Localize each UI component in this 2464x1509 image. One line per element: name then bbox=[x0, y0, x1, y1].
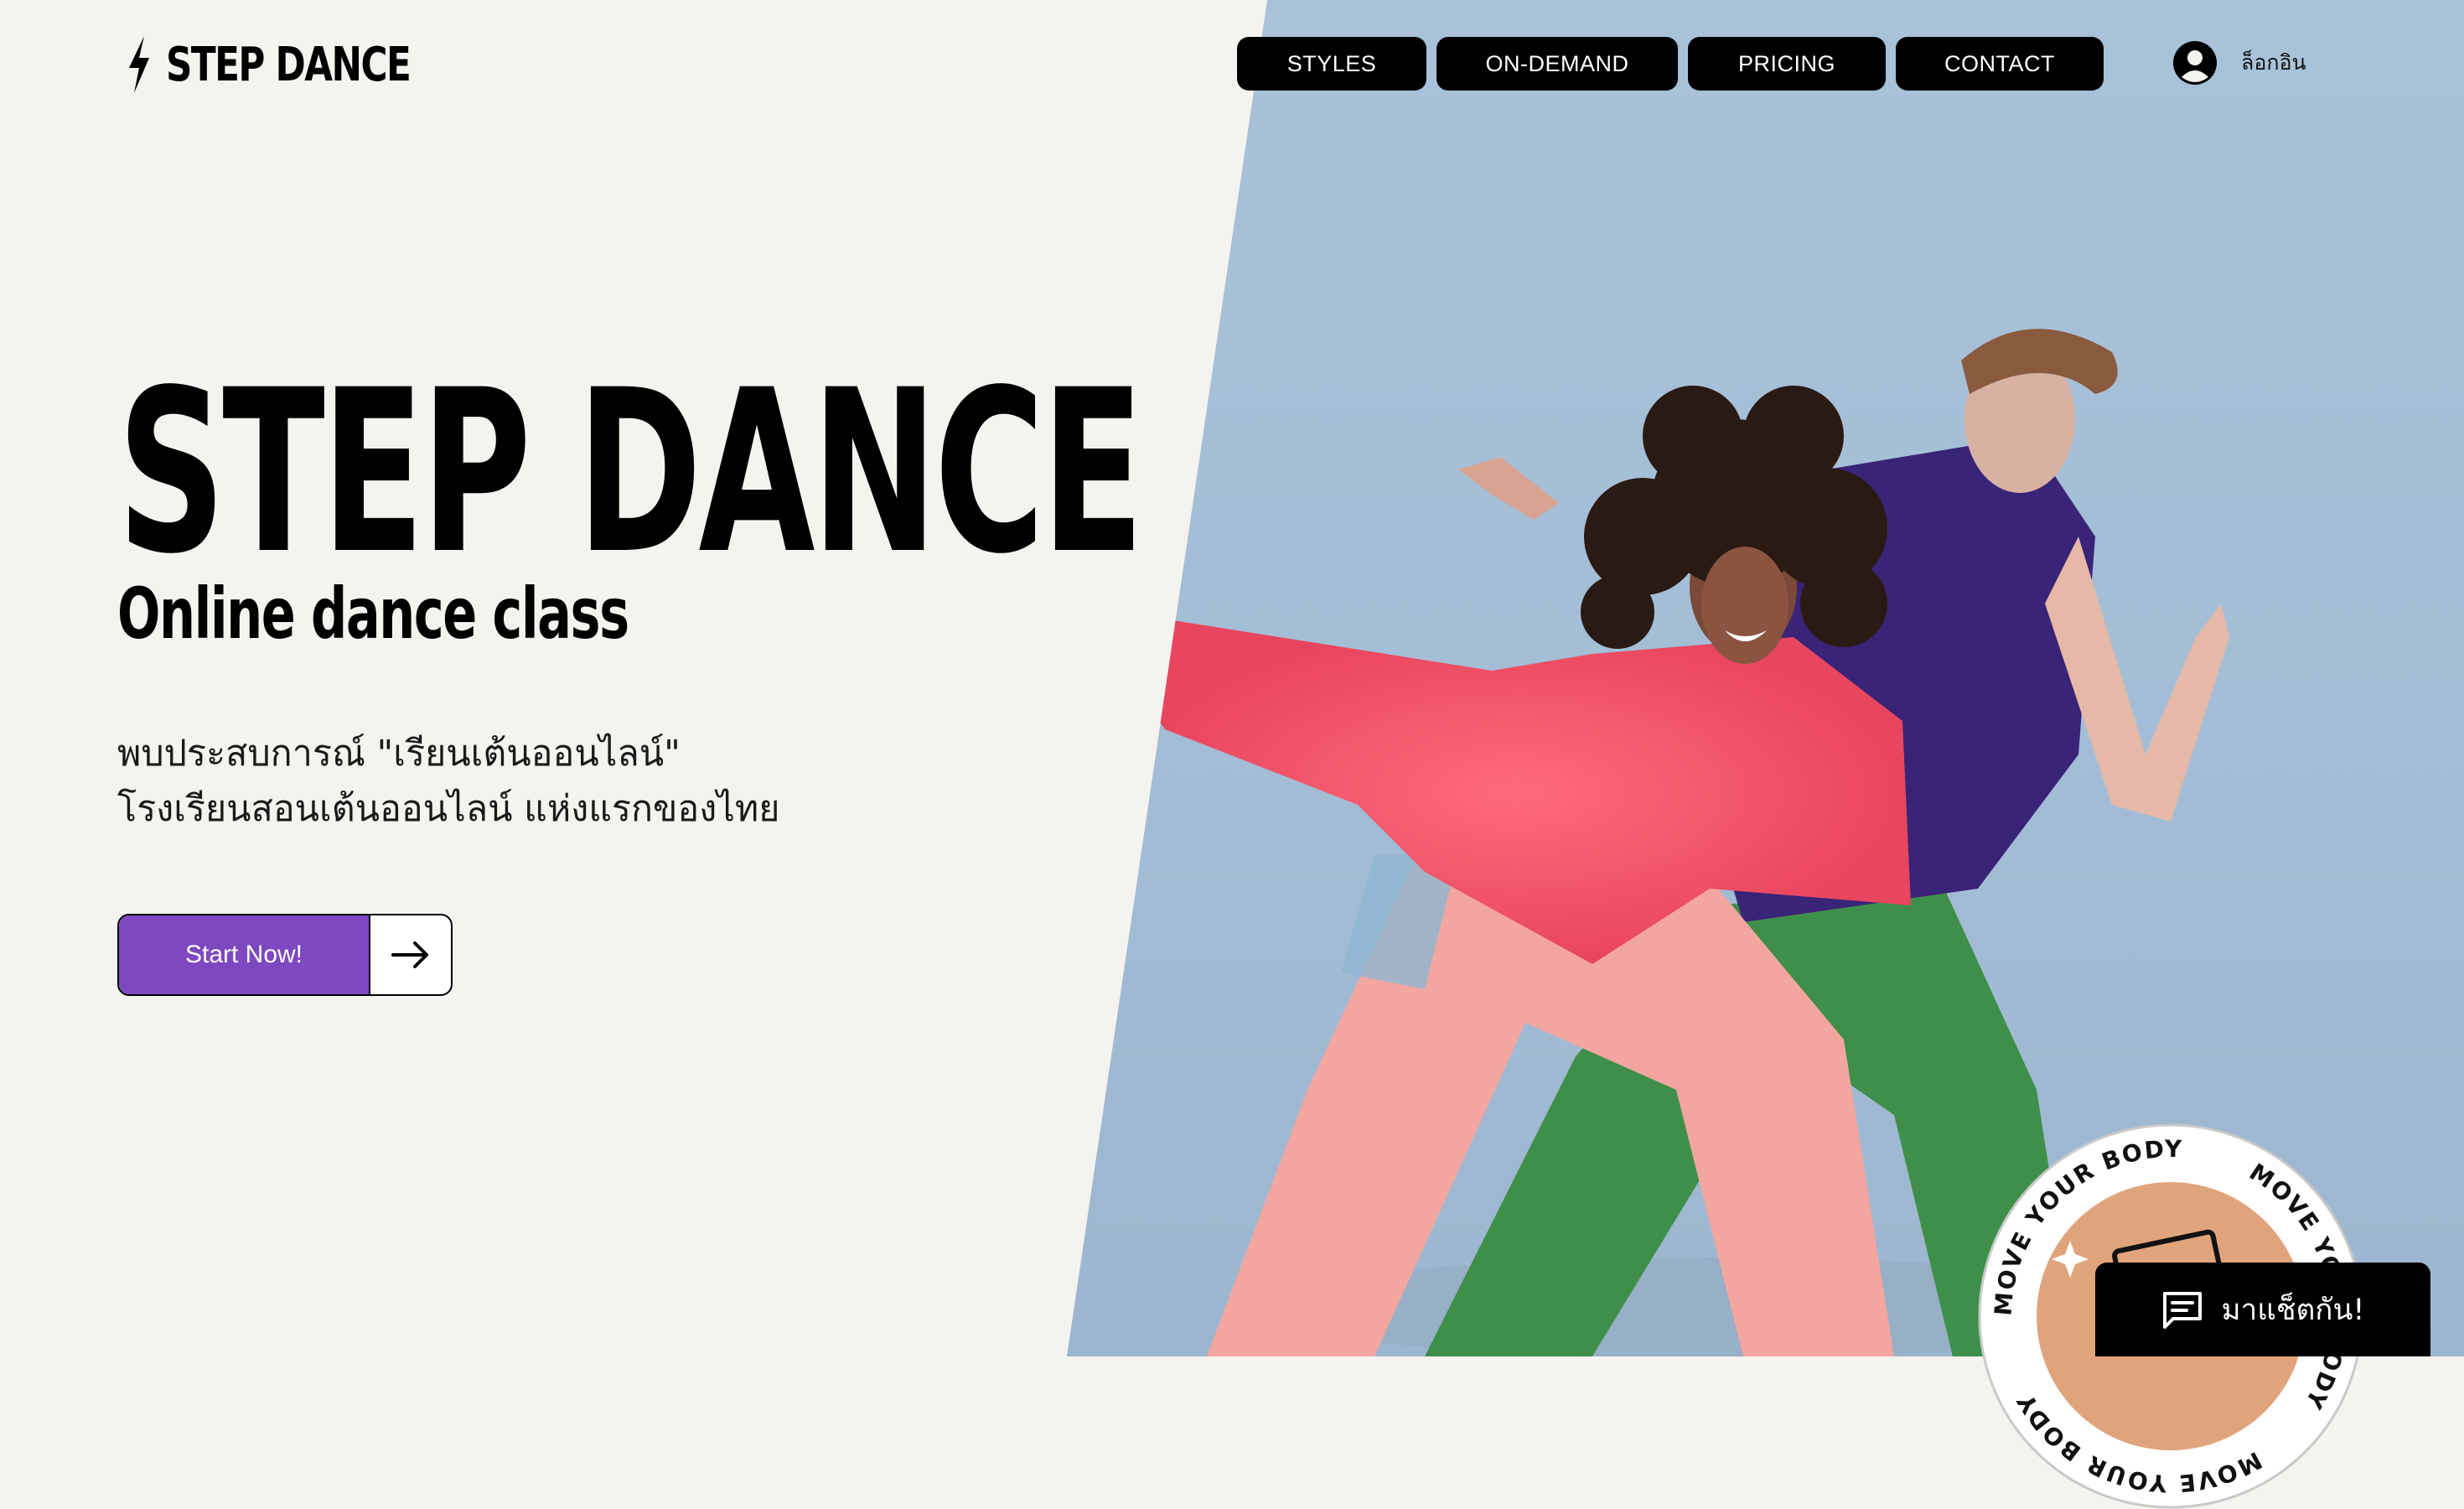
hero-subtitle: Online dance class bbox=[117, 573, 629, 655]
start-now-label[interactable]: Start Now! bbox=[119, 915, 370, 994]
chat-button[interactable]: มาแช็ตกัน! bbox=[2095, 1263, 2430, 1356]
nav-on-demand[interactable]: ON-DEMAND bbox=[1436, 37, 1678, 91]
hero-description: พบประสบการณ์ "เรียนเต้นออนไลน์" โรงเรียน… bbox=[117, 726, 779, 837]
chat-label: มาแช็ตกัน! bbox=[2221, 1293, 2365, 1327]
nav-contact[interactable]: CONTACT bbox=[1896, 37, 2104, 91]
lightning-bolt-icon bbox=[129, 36, 149, 93]
chat-icon bbox=[2162, 1292, 2202, 1329]
login-button[interactable]: ล็อกอิน bbox=[2172, 40, 2306, 86]
arrow-right-icon bbox=[391, 941, 428, 968]
login-label: ล็อกอิน bbox=[2241, 50, 2306, 75]
hero-title: STEP DANCE bbox=[117, 342, 1144, 604]
site-logo[interactable]: STEP DANCE bbox=[126, 35, 479, 94]
hero-description-line: โรงเรียนสอนเต้นออนไลน์ แห่งแรกของไทย bbox=[117, 788, 780, 830]
hero-description-line: พบประสบการณ์ "เรียนเต้นออนไลน์" bbox=[117, 733, 681, 775]
main-nav: STYLES ON-DEMAND PRICING CONTACT bbox=[1237, 37, 2104, 91]
logo-text: STEP DANCE bbox=[166, 37, 412, 92]
nav-styles[interactable]: STYLES bbox=[1237, 37, 1426, 91]
nav-pricing[interactable]: PRICING bbox=[1688, 37, 1886, 91]
start-now-arrow[interactable] bbox=[370, 915, 451, 994]
user-avatar-icon bbox=[2173, 41, 2217, 85]
start-now-button[interactable]: Start Now! bbox=[117, 914, 453, 996]
